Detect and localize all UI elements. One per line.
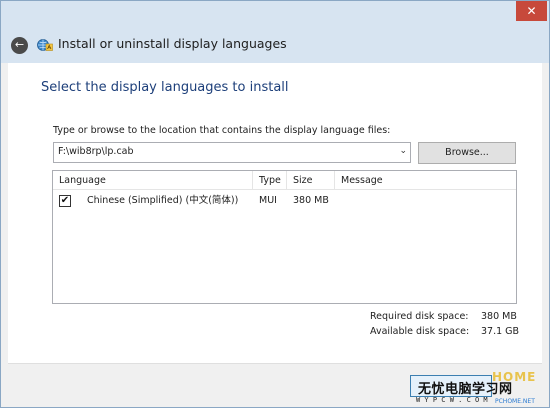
chevron-down-icon[interactable]: ⌄ xyxy=(399,146,407,156)
dialog-window: ✕ ← Install or uninstall display languag… xyxy=(0,0,550,408)
column-header-language[interactable]: Language xyxy=(53,171,253,190)
required-disk-space-value: 380 MB xyxy=(481,311,517,322)
content-panel: Select the display languages to install … xyxy=(8,63,542,363)
language-checkbox[interactable]: ✔ xyxy=(59,195,71,207)
page-heading: Select the display languages to install xyxy=(41,80,289,95)
watermark-logo: HOME xyxy=(492,370,537,384)
language-name: Chinese (Simplified) (中文(简体)) xyxy=(87,195,239,206)
language-type: MUI xyxy=(259,195,277,206)
instruction-text: Type or browse to the location that cont… xyxy=(53,125,391,136)
column-header-size[interactable]: Size xyxy=(287,171,335,190)
path-combobox[interactable]: F:\wib8rp\lp.cab ⌄ xyxy=(53,142,411,163)
column-header-type[interactable]: Type xyxy=(253,171,287,190)
watermark-url: W Y P C W . C O M xyxy=(416,396,488,404)
path-input[interactable]: F:\wib8rp\lp.cab xyxy=(58,146,134,157)
language-table: Language Type Size Message ✔ Chinese (Si… xyxy=(52,170,517,304)
close-button[interactable]: ✕ xyxy=(516,1,547,21)
watermark-url-secondary: PCHOME.NET xyxy=(495,398,535,405)
title-bar: ✕ ← Install or uninstall display languag… xyxy=(1,1,549,63)
table-row[interactable]: ✔ Chinese (Simplified) (中文(简体)) MUI 380 … xyxy=(53,191,516,211)
language-size: 380 MB xyxy=(293,195,329,206)
available-disk-space-label: Available disk space: xyxy=(370,326,470,337)
table-header: Language Type Size Message xyxy=(53,171,516,190)
globe-language-icon xyxy=(37,37,53,53)
window-title: Install or uninstall display languages xyxy=(58,36,287,51)
back-arrow-icon[interactable]: ← xyxy=(11,37,28,54)
column-header-message[interactable]: Message xyxy=(335,171,516,190)
browse-button[interactable]: Browse... xyxy=(418,142,516,164)
required-disk-space-label: Required disk space: xyxy=(370,311,469,322)
available-disk-space-value: 37.1 GB xyxy=(481,326,520,337)
